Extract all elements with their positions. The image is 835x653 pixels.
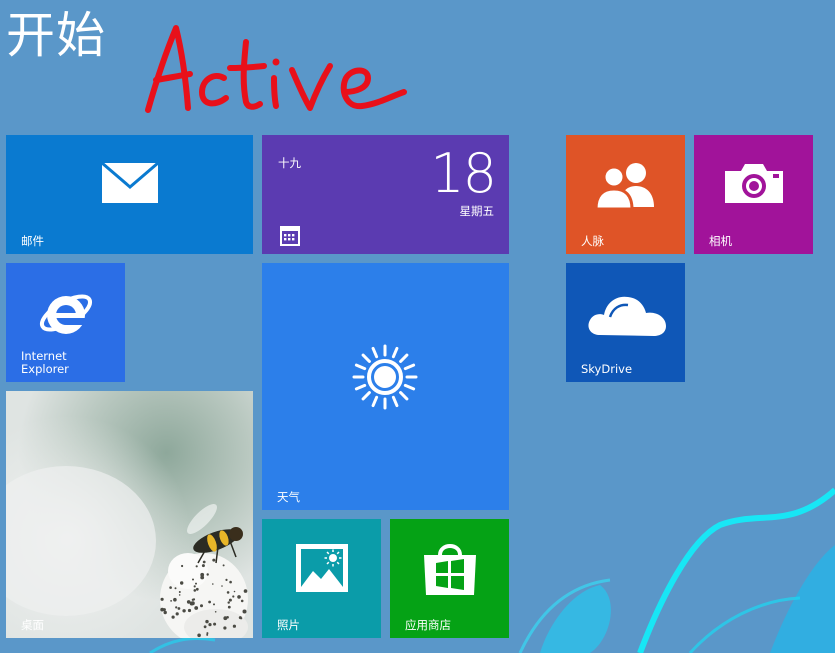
tile-photos[interactable]: 照片 (262, 519, 381, 638)
tile-weather[interactable]: 天气 (262, 263, 509, 510)
active-handwriting-annotation (145, 25, 407, 113)
tile-internet-explorer[interactable]: Internet Explorer (6, 263, 125, 382)
calendar-date-number: 18 (430, 142, 497, 205)
tile-label: 相机 (709, 234, 732, 248)
tile-label: Internet Explorer (21, 349, 69, 376)
calendar-icon (280, 226, 300, 246)
tile-people[interactable]: 人脉 (566, 135, 685, 254)
tile-store[interactable]: 应用商店 (390, 519, 509, 638)
tile-label: 应用商店 (405, 618, 451, 632)
tile-mail[interactable]: 邮件 (6, 135, 253, 254)
start-screen: 开始 邮件 十九 18 星期五 人脉 相机 Internet Explorer … (0, 0, 835, 653)
store-bag-icon (424, 544, 476, 595)
internet-explorer-icon (39, 294, 93, 334)
tile-label: 人脉 (581, 234, 604, 248)
tile-skydrive[interactable]: SkyDrive (566, 263, 685, 382)
tile-label: 照片 (277, 618, 300, 632)
tile-label: 邮件 (21, 234, 44, 248)
cloud-icon (588, 296, 666, 336)
tile-camera[interactable]: 相机 (694, 135, 813, 254)
camera-icon (725, 164, 783, 203)
calendar-weekday: 星期五 (459, 204, 495, 218)
sun-icon (352, 344, 418, 410)
tile-label: 桌面 (21, 618, 44, 632)
envelope-icon (101, 162, 159, 203)
start-title: 开始 (6, 7, 107, 64)
tile-label: SkyDrive (581, 362, 633, 376)
tile-desktop[interactable]: 桌面 (6, 391, 253, 638)
people-icon (594, 163, 654, 209)
tile-calendar[interactable]: 十九 18 星期五 (262, 135, 509, 254)
desktop-wallpaper-image (6, 391, 253, 638)
photo-icon (296, 544, 348, 592)
calendar-day-text: 十九 (278, 156, 301, 170)
tile-label: 天气 (277, 490, 300, 504)
